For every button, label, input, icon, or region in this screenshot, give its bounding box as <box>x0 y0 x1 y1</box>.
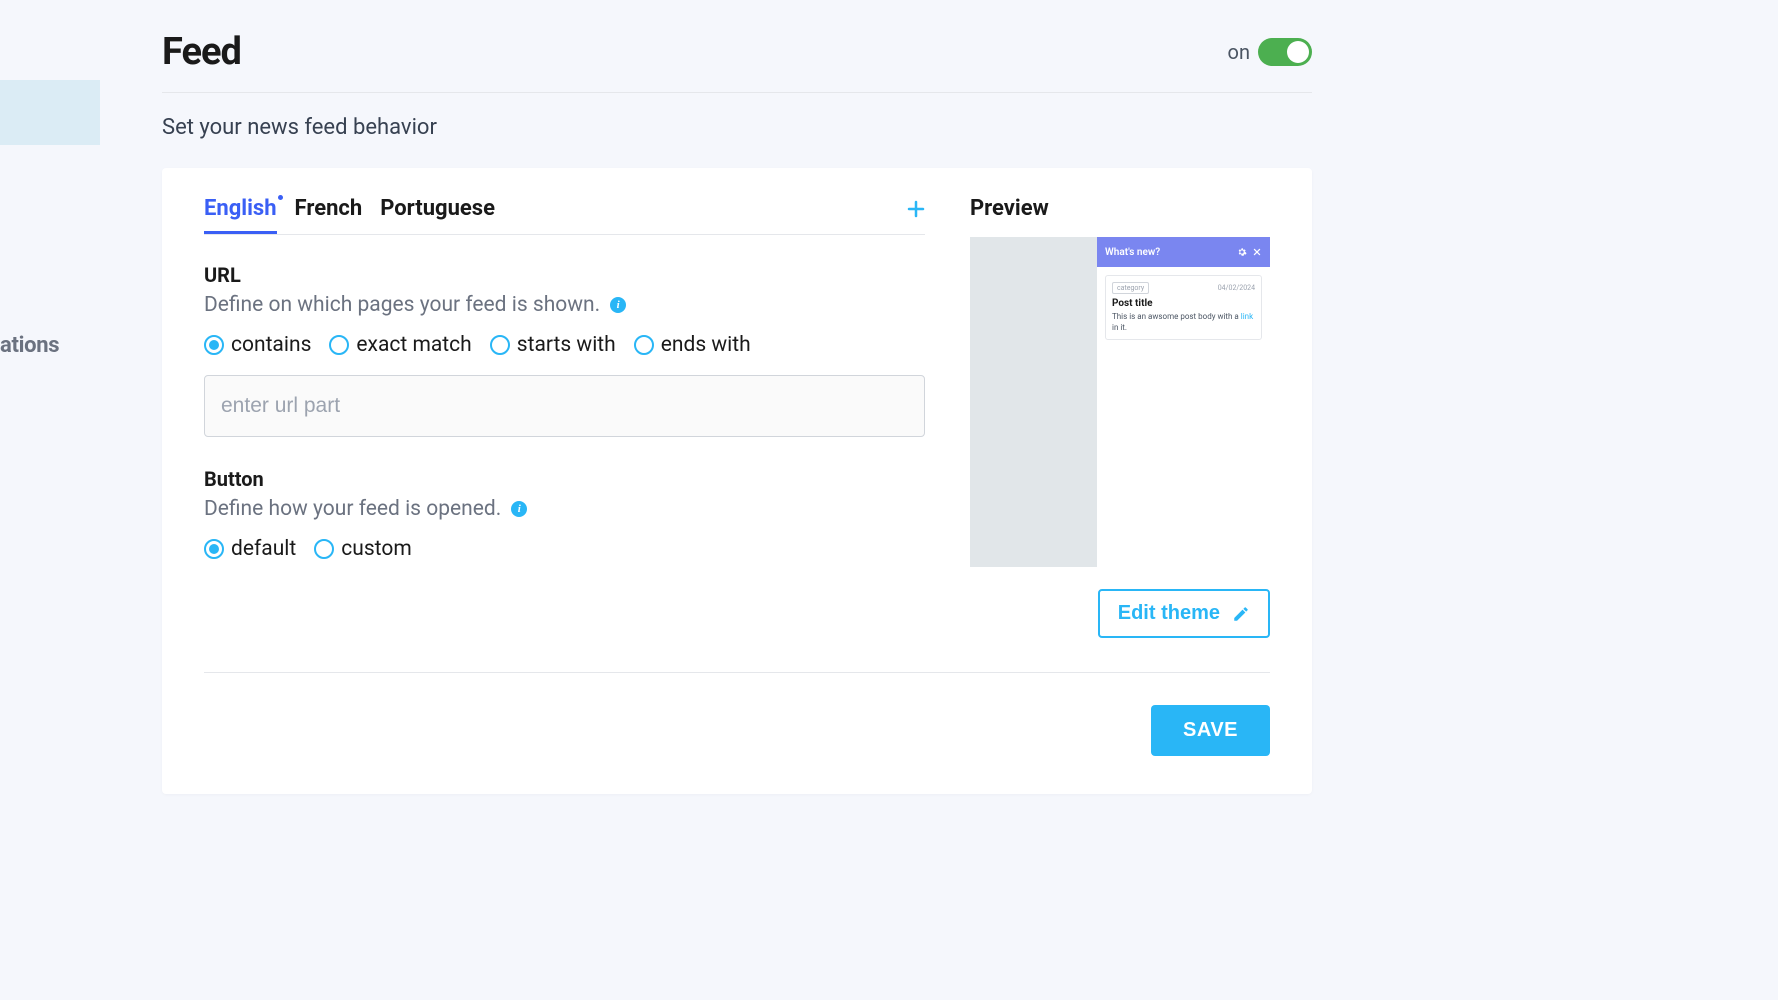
gear-icon <box>1237 247 1247 257</box>
radio-starts-with[interactable]: starts with <box>490 333 616 357</box>
preview-header-text: What's new? <box>1105 247 1160 258</box>
url-input[interactable] <box>204 375 925 437</box>
page-header: Feed on <box>162 30 1312 93</box>
feed-enable-toggle[interactable] <box>1258 38 1312 66</box>
pencil-icon <box>1232 605 1250 623</box>
info-icon[interactable]: i <box>610 297 626 313</box>
radio-default[interactable]: default <box>204 537 296 561</box>
close-icon <box>1252 247 1262 257</box>
preview-category-badge: category <box>1112 282 1149 294</box>
page-subtitle: Set your news feed behavior <box>162 115 1312 140</box>
preview-title: Preview <box>970 196 1270 231</box>
tab-portuguese[interactable]: Portuguese <box>380 196 495 234</box>
add-language-button[interactable] <box>907 200 925 230</box>
radio-contains[interactable]: contains <box>204 333 311 357</box>
page-title: Feed <box>162 30 241 74</box>
sidebar-active-item-fragment[interactable] <box>0 80 100 145</box>
tab-english[interactable]: English <box>204 196 277 234</box>
save-button[interactable]: SAVE <box>1151 705 1270 756</box>
radio-custom[interactable]: custom <box>314 537 411 561</box>
info-icon[interactable]: i <box>511 501 527 517</box>
plus-icon <box>907 200 925 218</box>
preview-post-title: Post title <box>1112 298 1255 309</box>
toggle-label: on <box>1228 40 1250 64</box>
url-section-title: URL <box>204 263 925 287</box>
button-section-title: Button <box>204 467 925 491</box>
preview-post-body: This is an awsome post body with a link … <box>1112 311 1255 333</box>
url-section-desc: Define on which pages your feed is shown… <box>204 293 600 317</box>
preview-date: 04/02/2024 <box>1218 284 1255 292</box>
edit-theme-button[interactable]: Edit theme <box>1098 589 1270 638</box>
tab-french[interactable]: French <box>295 196 363 234</box>
preview-box: What's new? category 04/02/2024 <box>970 237 1270 567</box>
radio-ends-with[interactable]: ends with <box>634 333 751 357</box>
divider <box>204 672 1270 673</box>
sidebar-item-label-partial[interactable]: ations <box>0 333 59 358</box>
radio-exact-match[interactable]: exact match <box>329 333 471 357</box>
button-section-desc: Define how your feed is opened. <box>204 497 501 521</box>
preview-post: category 04/02/2024 Post title This is a… <box>1105 275 1262 340</box>
settings-card: English French Portuguese URL Define on … <box>162 168 1312 794</box>
